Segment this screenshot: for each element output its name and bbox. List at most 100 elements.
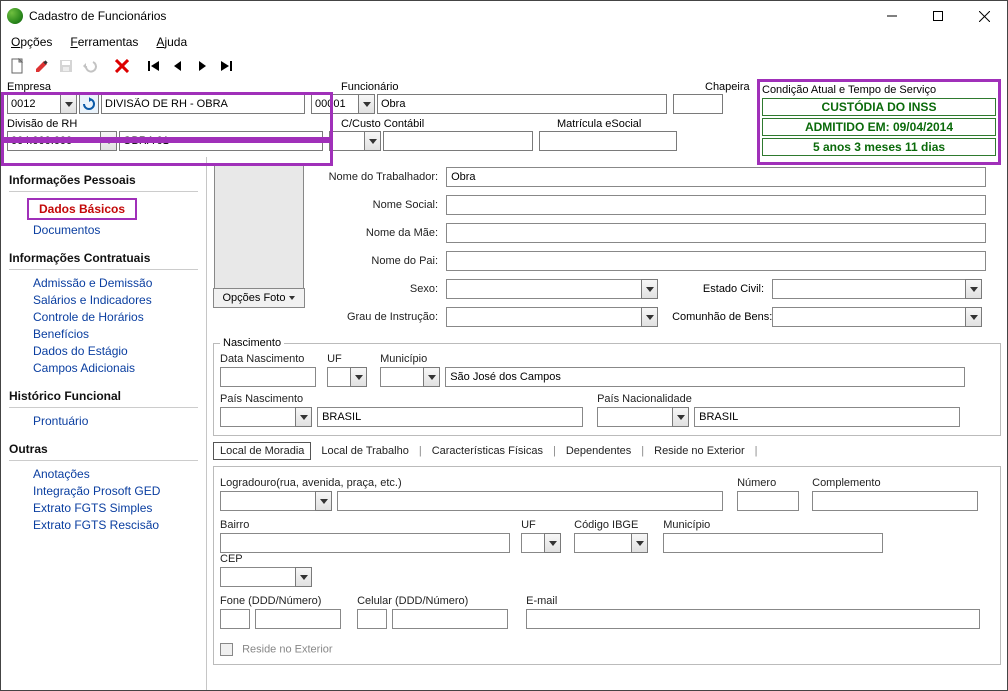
- link-salarios[interactable]: Salários e Indicadores: [33, 293, 198, 307]
- tab-dependentes[interactable]: Dependentes: [560, 443, 637, 459]
- link-beneficios[interactable]: Benefícios: [33, 327, 198, 341]
- sexo-combo[interactable]: [446, 279, 642, 299]
- pais-nasc-code[interactable]: [220, 407, 296, 427]
- pais-nac-code[interactable]: [597, 407, 673, 427]
- uf-nasc-dropdown[interactable]: [350, 367, 367, 387]
- pais-nasc-desc[interactable]: [317, 407, 583, 427]
- uf-mor-dropdown[interactable]: [544, 533, 561, 553]
- comunhao-dropdown[interactable]: [965, 307, 982, 327]
- nome-mae-input[interactable]: [446, 223, 986, 243]
- new-icon[interactable]: [7, 55, 29, 77]
- complemento-label: Complemento: [812, 477, 980, 489]
- nome-pai-input[interactable]: [446, 251, 986, 271]
- divisao-desc[interactable]: [119, 131, 323, 151]
- header-form: Empresa Funcionário Chapeira Divisão de …: [1, 79, 1007, 157]
- reside-exterior-checkbox[interactable]: [220, 643, 233, 656]
- link-admissao[interactable]: Admissão e Demissão: [33, 276, 198, 290]
- cel-ddd[interactable]: [357, 609, 387, 629]
- link-fgts-rescisao[interactable]: Extrato FGTS Rescisão: [33, 518, 198, 532]
- close-button[interactable]: [961, 1, 1007, 31]
- numero-label: Número: [737, 477, 803, 489]
- funcionario-code[interactable]: [311, 94, 359, 114]
- link-anotacoes[interactable]: Anotações: [33, 467, 198, 481]
- logradouro-tipo[interactable]: [220, 491, 316, 511]
- empresa-desc[interactable]: [101, 94, 305, 114]
- delete-icon[interactable]: [111, 55, 133, 77]
- estado-civil-dropdown[interactable]: [965, 279, 982, 299]
- uf-mor-combo[interactable]: [521, 533, 545, 553]
- side-group-historico: Histórico Funcional: [9, 389, 198, 403]
- link-fgts-simples[interactable]: Extrato FGTS Simples: [33, 501, 198, 515]
- municipio-desc[interactable]: [445, 367, 965, 387]
- ibge-dropdown[interactable]: [631, 533, 648, 553]
- complemento-input[interactable]: [812, 491, 978, 511]
- tab-moradia[interactable]: Local de Moradia: [213, 442, 311, 460]
- municipio-mor-input[interactable]: [663, 533, 883, 553]
- nome-social-input[interactable]: [446, 195, 986, 215]
- sexo-dropdown[interactable]: [641, 279, 658, 299]
- menu-ferramentas[interactable]: Ferramentas: [70, 35, 138, 49]
- link-estagio[interactable]: Dados do Estágio: [33, 344, 198, 358]
- estado-civil-combo[interactable]: [772, 279, 966, 299]
- link-campos-adicionais[interactable]: Campos Adicionais: [33, 361, 198, 375]
- municipio-code[interactable]: [380, 367, 424, 387]
- menu-opcoes[interactable]: Opções: [11, 35, 52, 49]
- tab-caracteristicas[interactable]: Características Físicas: [426, 443, 549, 459]
- tab-reside-exterior[interactable]: Reside no Exterior: [648, 443, 751, 459]
- municipio-dropdown[interactable]: [423, 367, 440, 387]
- funcionario-desc[interactable]: [377, 94, 667, 114]
- nav-next-icon[interactable]: [191, 55, 213, 77]
- cep-input[interactable]: [220, 567, 296, 587]
- edit-icon[interactable]: [31, 55, 53, 77]
- funcionario-dropdown[interactable]: [358, 94, 375, 114]
- link-ged[interactable]: Integração Prosoft GED: [33, 484, 198, 498]
- menu-ajuda[interactable]: Ajuda: [156, 35, 187, 49]
- bairro-input[interactable]: [220, 533, 510, 553]
- photo-options-button[interactable]: Opções Foto: [213, 288, 305, 308]
- link-documentos[interactable]: Documentos: [33, 223, 198, 237]
- refresh-button[interactable]: [79, 94, 99, 114]
- ccusto-dropdown[interactable]: [364, 131, 381, 151]
- cel-num[interactable]: [392, 609, 508, 629]
- pais-nac-dropdown[interactable]: [672, 407, 689, 427]
- link-horarios[interactable]: Controle de Horários: [33, 310, 198, 324]
- grau-dropdown[interactable]: [641, 307, 658, 327]
- logradouro-input[interactable]: [337, 491, 723, 511]
- estado-civil-label: Estado Civil:: [672, 283, 772, 295]
- ccusto-code[interactable]: [329, 131, 365, 151]
- tab-trabalho[interactable]: Local de Trabalho: [315, 443, 414, 459]
- nav-first-icon[interactable]: [143, 55, 165, 77]
- data-nasc-input[interactable]: [220, 367, 316, 387]
- matricula-input[interactable]: [539, 131, 677, 151]
- app-window: Cadastro de Funcionários Opções Ferramen…: [0, 0, 1008, 691]
- ibge-combo[interactable]: [574, 533, 632, 553]
- nome-trab-input[interactable]: [446, 167, 986, 187]
- numero-input[interactable]: [737, 491, 799, 511]
- status-line3: 5 anos 3 meses 11 dias: [762, 138, 996, 156]
- grau-combo[interactable]: [446, 307, 642, 327]
- empresa-dropdown[interactable]: [60, 94, 77, 114]
- cep-dropdown[interactable]: [295, 567, 312, 587]
- uf-nasc-combo[interactable]: [327, 367, 351, 387]
- email-input[interactable]: [526, 609, 980, 629]
- pais-nasc-dropdown[interactable]: [295, 407, 312, 427]
- fone-ddd[interactable]: [220, 609, 250, 629]
- maximize-button[interactable]: [915, 1, 961, 31]
- divisao-dropdown[interactable]: [100, 131, 117, 151]
- link-prontuario[interactable]: Prontuário: [33, 414, 198, 428]
- fone-num[interactable]: [255, 609, 341, 629]
- side-group-pessoais: Informações Pessoais: [9, 173, 198, 187]
- divisao-label: Divisão de RH: [7, 118, 77, 130]
- link-dados-basicos[interactable]: Dados Básicos: [39, 202, 125, 216]
- nav-prev-icon[interactable]: [167, 55, 189, 77]
- pais-nac-desc[interactable]: [694, 407, 960, 427]
- empresa-code[interactable]: [7, 94, 61, 114]
- comunhao-combo[interactable]: [772, 307, 966, 327]
- ccusto-desc[interactable]: [383, 131, 533, 151]
- chapeira-input[interactable]: [673, 94, 723, 114]
- window-title: Cadastro de Funcionários: [29, 9, 869, 23]
- logradouro-tipo-dropdown[interactable]: [315, 491, 332, 511]
- nav-last-icon[interactable]: [215, 55, 237, 77]
- minimize-button[interactable]: [869, 1, 915, 31]
- divisao-code[interactable]: [7, 131, 101, 151]
